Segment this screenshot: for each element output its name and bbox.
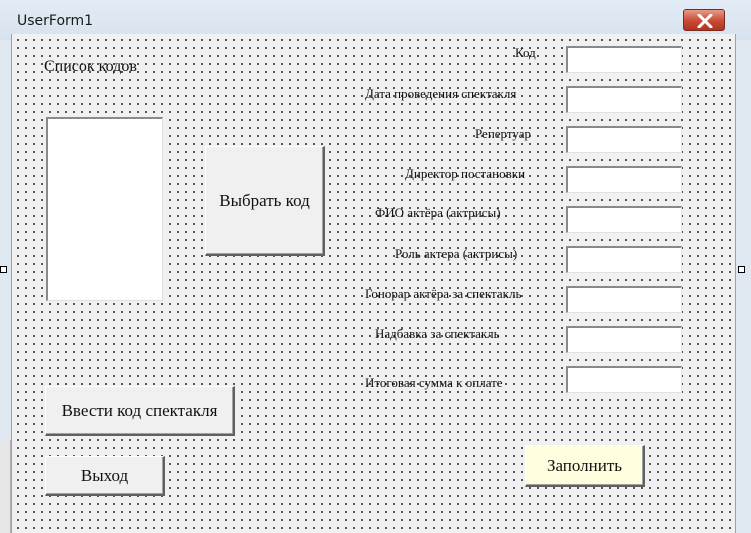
- role-field[interactable]: [566, 246, 682, 273]
- enter-code-button[interactable]: Ввести код спектакля: [45, 386, 235, 436]
- field-label-date: Дата проведения спектакля: [365, 86, 517, 101]
- side-panel-edge: [0, 440, 11, 533]
- director-field[interactable]: [566, 166, 682, 193]
- field-label-role: Роль актера (актрисы): [395, 246, 518, 261]
- field-label-director: Директор постановки: [405, 166, 526, 181]
- select-code-button[interactable]: Выбрать код: [205, 146, 325, 256]
- resize-handle-left[interactable]: [0, 266, 7, 273]
- field-label-code: Код: [515, 45, 536, 60]
- field-label-total: Итоговая сумма к оплате: [365, 375, 503, 390]
- field-label-bonus: Надбавка за спектакль: [375, 326, 500, 341]
- field-label-fee: Гонорар актёра за спектакль: [365, 286, 522, 301]
- repertoire-field[interactable]: [566, 126, 682, 153]
- list-label: Список кодов: [44, 58, 137, 75]
- bonus-field[interactable]: [566, 326, 682, 353]
- resize-handle-right[interactable]: [738, 266, 745, 273]
- close-icon: [697, 14, 713, 28]
- date-field[interactable]: [566, 86, 682, 113]
- codes-listbox[interactable]: [46, 117, 163, 301]
- total-field[interactable]: [566, 366, 682, 393]
- actor-name-field[interactable]: [566, 206, 682, 233]
- code-field[interactable]: [566, 46, 682, 73]
- form-canvas: Список кодов Выбрать код Ввести код спек…: [11, 34, 736, 533]
- exit-button[interactable]: Выход: [45, 456, 165, 496]
- userform-window: UserForm1 Список кодов Выбрать код Ввест…: [0, 0, 751, 533]
- fill-button[interactable]: Заполнить: [525, 445, 645, 487]
- window-title: UserForm1: [17, 13, 94, 29]
- fee-field[interactable]: [566, 286, 682, 313]
- field-label-actor-name: ФИО актёра (актрисы): [375, 205, 501, 220]
- close-button[interactable]: [683, 9, 725, 31]
- field-label-repertoire: Репертуар: [475, 126, 531, 141]
